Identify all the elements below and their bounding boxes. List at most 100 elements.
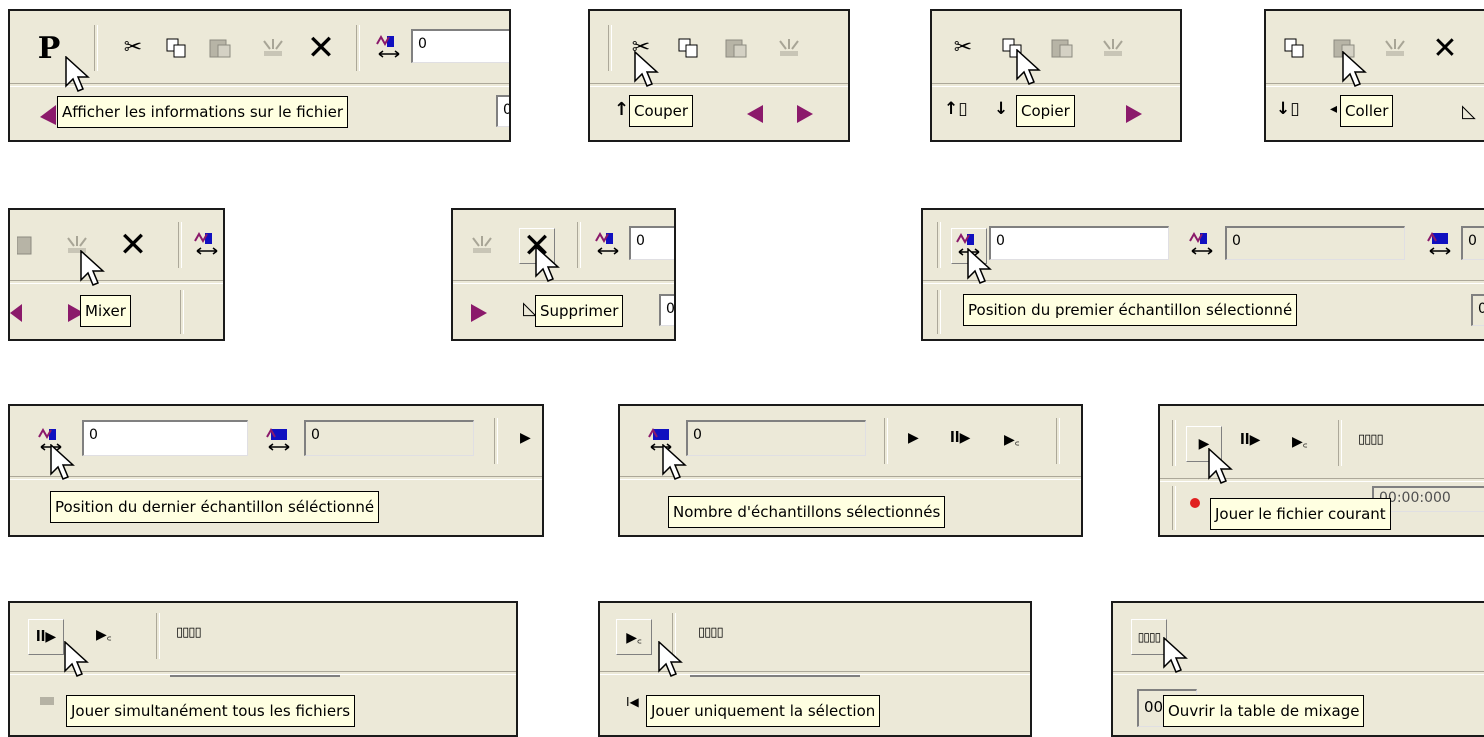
record-icon[interactable]	[1190, 498, 1200, 508]
play-icon[interactable]: ▶	[520, 430, 531, 446]
move-up-icon: ↑▯	[944, 99, 968, 119]
tooltip-last-sample: Position du dernier échantillon séléctio…	[50, 491, 380, 523]
mouse-cursor-icon	[662, 444, 687, 480]
panel-copy: ✂ ↑▯ ↓ Copier	[930, 9, 1182, 142]
tooltip-mixer: Mixer	[80, 295, 131, 327]
move-down-icon: ↓▯	[1276, 99, 1300, 119]
arrow-left-icon	[10, 302, 22, 328]
tooltip-sample-count: Nombre d'échantillons sélectionnés	[668, 496, 946, 528]
tooltip-play-selection: Jouer uniquement la sélection	[646, 695, 881, 727]
play-selection-icon[interactable]: ▶꜀	[96, 625, 112, 644]
arrow-left-icon	[38, 103, 58, 127]
panel-mix-table: ▯▯▯▯ 00 Ouvrir la table de mixage	[1111, 601, 1484, 737]
last-sample-button[interactable]	[1185, 228, 1219, 262]
mouse-cursor-icon	[80, 250, 105, 286]
stop-icon[interactable]	[40, 697, 54, 705]
first-sample-field[interactable]: 0	[411, 29, 509, 63]
mouse-cursor-icon	[967, 248, 992, 284]
mouse-cursor-icon	[535, 246, 560, 282]
copy-button[interactable]	[160, 31, 194, 65]
mouse-cursor-icon	[50, 444, 75, 480]
mix-table-button[interactable]: ▯▯▯▯	[1131, 619, 1167, 655]
sample-position-icon	[1189, 231, 1213, 255]
time-field[interactable]: 0	[1471, 294, 1484, 326]
panel-sample-count: 0 ▶ ll▶ ▶꜀ Nombre d'échantillons sélecti…	[618, 404, 1083, 537]
sample-position-icon	[266, 427, 290, 451]
sample-position-icon	[194, 231, 218, 255]
play-selection-icon[interactable]: ▶꜀	[1292, 432, 1308, 451]
tooltip-delete: Supprimer	[535, 295, 624, 327]
mix-table-icon[interactable]: ▯▯▯▯	[698, 625, 724, 640]
first-sample-field[interactable]: 0	[82, 420, 248, 456]
play-selection-icon[interactable]: ▶꜀	[1004, 430, 1020, 449]
tooltip-play-all: Jouer simultanément tous les fichiers	[66, 695, 356, 727]
mix-icon	[1385, 39, 1405, 56]
copy-button[interactable]	[1278, 31, 1312, 65]
first-sample-field[interactable]: 0	[989, 226, 1169, 260]
time-field[interactable]: 0:	[496, 95, 509, 127]
last-sample-field[interactable]: 0	[304, 420, 474, 456]
panel-delete: ✕ 0 ◺ Supprimer 0:00	[451, 208, 676, 341]
mix-button[interactable]	[1096, 31, 1130, 65]
panel-mixer: ✕ Mixer	[8, 208, 225, 341]
cut-button[interactable]: ✂	[946, 31, 980, 65]
rewind-icon[interactable]: I◀	[626, 695, 639, 709]
play-selection-button[interactable]: ▶꜀	[616, 619, 652, 655]
mix-button[interactable]	[256, 31, 290, 65]
delete-button[interactable]: ✕	[304, 31, 338, 65]
copy-button[interactable]	[672, 31, 706, 65]
mix-button[interactable]	[1378, 31, 1412, 65]
panel-file-info: P ✂ ✕ 0 Afficher les informations sur le…	[8, 9, 511, 142]
file-info-icon: P	[37, 30, 61, 66]
delete-button[interactable]: ✕	[1428, 31, 1462, 66]
mix-table-icon: ▯▯▯▯	[1137, 630, 1161, 644]
sample-position-icon	[376, 34, 400, 58]
panel-last-sample: 0 0 ▶ Position du dernier échantillon sé…	[8, 404, 544, 537]
first-sample-button[interactable]	[190, 228, 223, 262]
mix-button[interactable]	[465, 228, 499, 262]
panel-paste: ✕ ↓▯ ◂ Coller ◺	[1264, 9, 1484, 142]
time-field-placeholder	[690, 675, 860, 681]
play-all-icon[interactable]: ll▶	[1240, 432, 1260, 448]
file-info-button[interactable]: P	[32, 30, 66, 66]
arrow-right-icon	[469, 302, 489, 328]
paste-button[interactable]	[204, 31, 238, 65]
sample-count-field[interactable]: 0	[1461, 226, 1484, 260]
play-all-icon[interactable]: ll▶	[950, 430, 970, 446]
paste-button[interactable]	[10, 228, 44, 262]
mouse-cursor-icon	[634, 51, 659, 87]
cut-button[interactable]: ✂	[116, 31, 150, 65]
tooltip-mix-table: Ouvrir la table de mixage	[1163, 695, 1365, 727]
time-field[interactable]: 0:00	[659, 294, 674, 326]
mix-table-icon[interactable]: ▯▯▯▯	[1358, 432, 1384, 447]
mouse-cursor-icon	[65, 56, 90, 92]
mouse-cursor-icon	[658, 641, 683, 677]
sample-count-field[interactable]: 0	[686, 420, 866, 456]
tooltip-cut: Couper	[629, 95, 694, 127]
sample-count-button[interactable]	[1423, 228, 1457, 262]
tooltip-play: Jouer le fichier courant	[1210, 498, 1391, 530]
first-sample-button[interactable]	[372, 31, 406, 65]
move-down-icon: ↓	[994, 99, 1009, 119]
last-sample-field[interactable]: 0	[1225, 226, 1405, 260]
mix-icon	[263, 39, 283, 56]
sample-count-icon	[1427, 231, 1451, 255]
time-field-placeholder	[170, 675, 340, 681]
paste-button[interactable]	[720, 31, 754, 65]
mouse-cursor-icon	[1342, 51, 1367, 87]
play-icon[interactable]: ▶	[908, 430, 919, 446]
first-sample-field[interactable]: 0	[629, 226, 674, 260]
mouse-cursor-icon	[1163, 637, 1188, 673]
play-all-button[interactable]: ll▶	[28, 619, 64, 655]
tooltip-file-info: Afficher les informations sur le fichier	[57, 96, 349, 128]
mouse-cursor-icon	[1208, 448, 1233, 484]
paste-button[interactable]	[1046, 31, 1080, 65]
mix-table-icon[interactable]: ▯▯▯▯	[176, 625, 202, 640]
delete-button[interactable]: ✕	[116, 228, 150, 262]
first-sample-button[interactable]	[591, 228, 625, 262]
mix-button[interactable]	[772, 31, 806, 65]
play-selection-icon: ▶꜀	[626, 629, 642, 646]
mix-icon	[779, 39, 799, 56]
arrow-right-icon	[1124, 103, 1144, 129]
last-sample-button[interactable]	[262, 424, 296, 458]
